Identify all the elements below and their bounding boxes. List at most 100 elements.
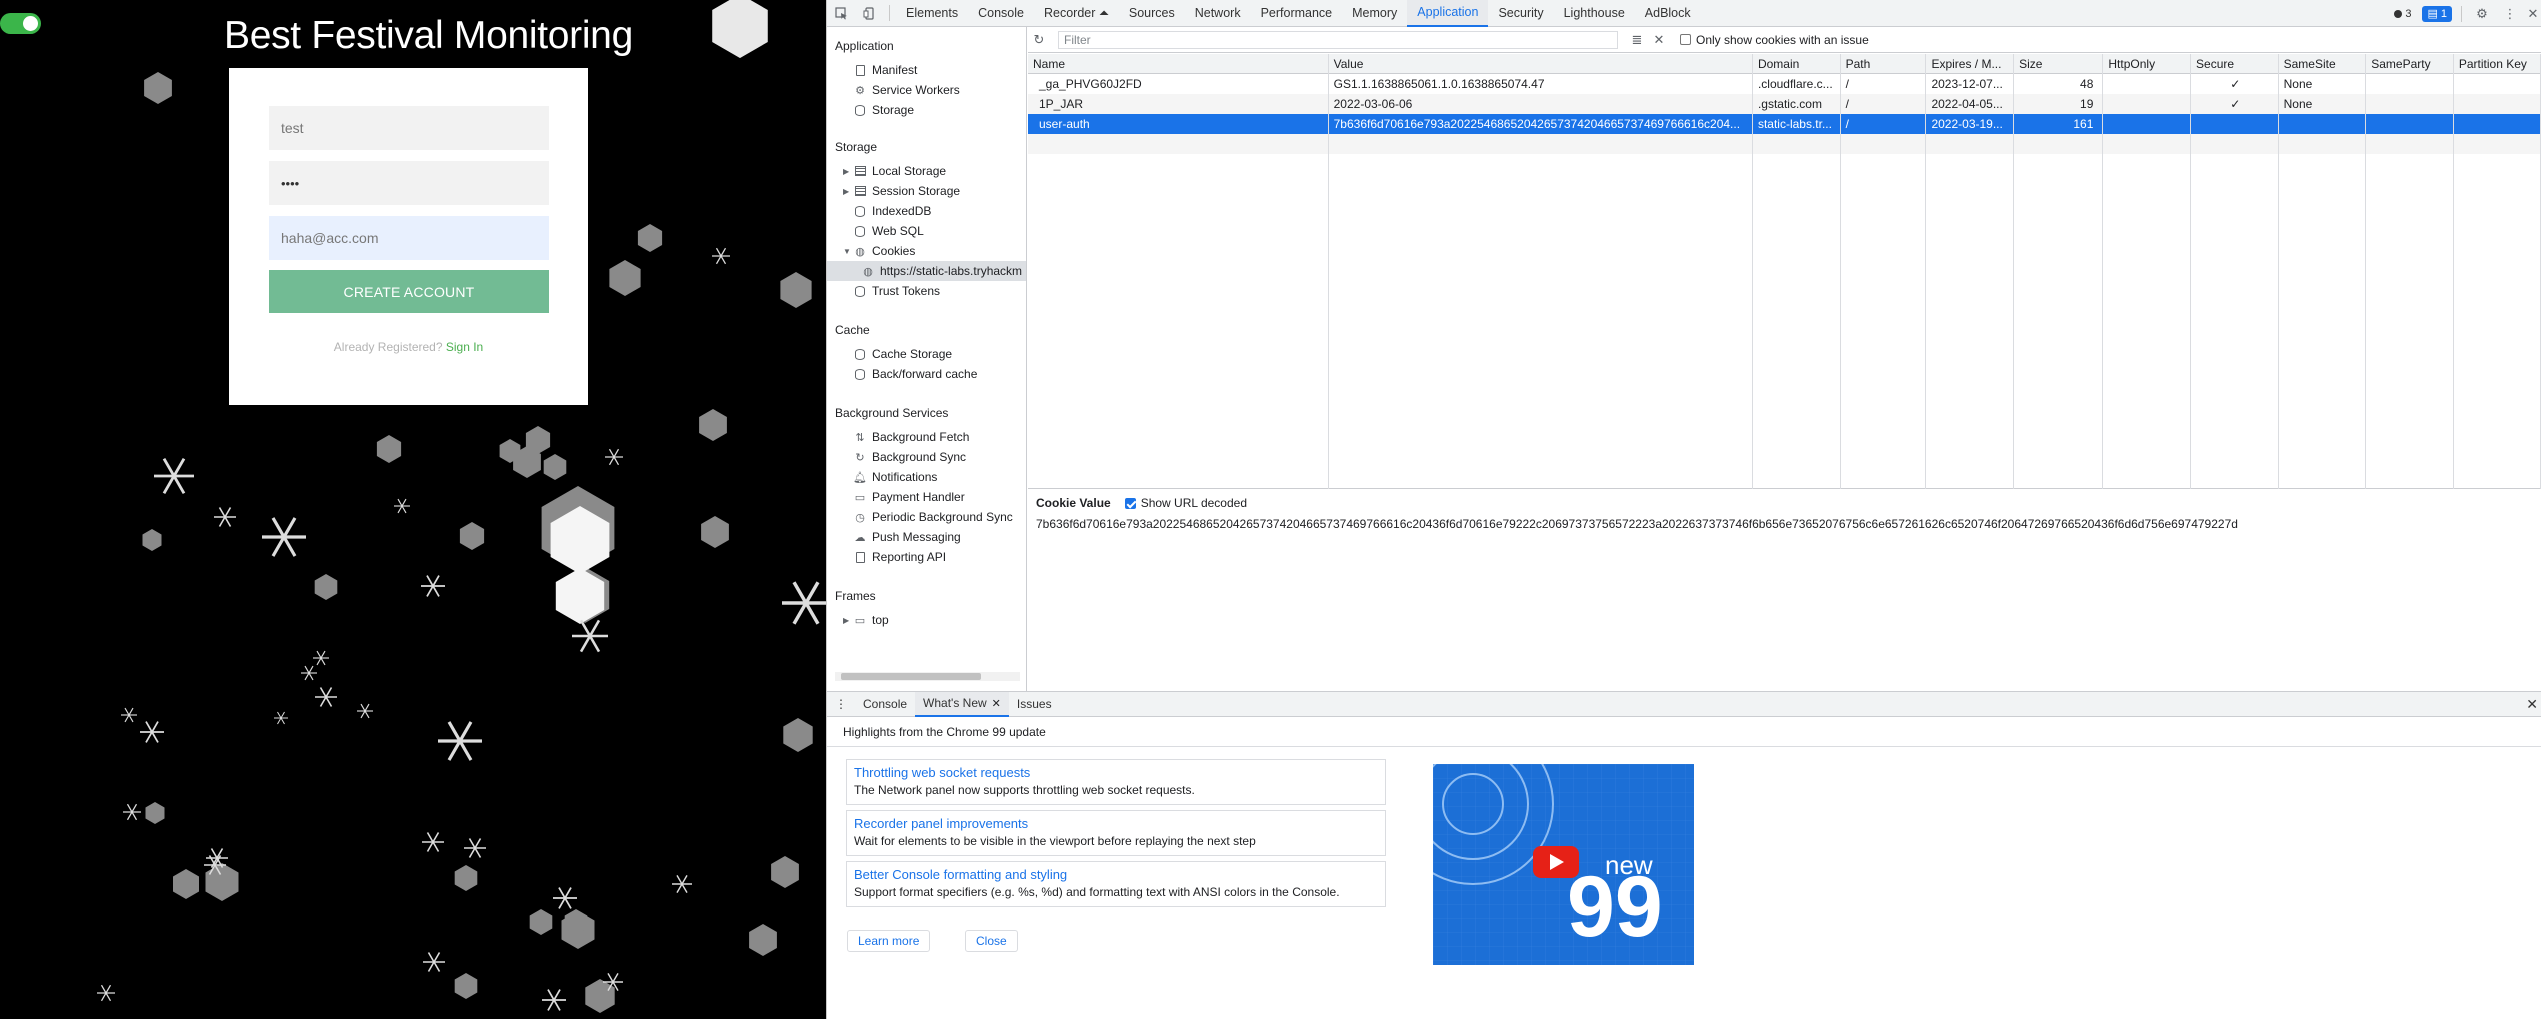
column-header[interactable]: Secure	[2191, 54, 2234, 74]
tab-sources[interactable]: Sources	[1119, 0, 1185, 27]
tab-lighthouse[interactable]: Lighthouse	[1554, 0, 1635, 27]
drawer-tab-console[interactable]: Console	[855, 692, 915, 717]
tab-network[interactable]: Network	[1185, 0, 1251, 27]
sidebar-item-cache-storage[interactable]: Cache Storage	[843, 344, 952, 364]
sidebar-item-background-fetch[interactable]: ⇅ Background Fetch	[843, 427, 969, 447]
show-url-decoded-checkbox[interactable]: Show URL decoded	[1124, 496, 1247, 510]
table-row[interactable]: _ga_PHVG60J2FD GS1.1.1638865061.1.0.16388…	[1028, 74, 2541, 94]
column-header[interactable]: Path	[1841, 54, 1871, 74]
card-title[interactable]: Better Console formatting and styling	[854, 867, 1378, 882]
cookie-filter-input[interactable]: Filter	[1058, 30, 1618, 49]
clear-filtered-cookies-icon[interactable]: ≣	[1626, 32, 1648, 48]
column-divider[interactable]	[2102, 54, 2104, 489]
drawer-tab-whats-new[interactable]: What's New ✕	[915, 691, 1009, 717]
column-header[interactable]: SameParty	[2366, 54, 2430, 74]
column-header[interactable]: SameSite	[2279, 54, 2336, 74]
column-header[interactable]: Expires / M...	[1926, 54, 2001, 74]
tab-console[interactable]: Console	[968, 0, 1034, 27]
whats-new-card[interactable]: Recorder panel improvements Wait for elem…	[846, 810, 1386, 856]
delete-selected-icon[interactable]: ✕	[1648, 32, 1670, 48]
card-title[interactable]: Recorder panel improvements	[854, 816, 1378, 831]
only-issue-checkbox[interactable]: Only show cookies with an issue	[1680, 33, 1869, 47]
column-divider[interactable]	[1925, 54, 1927, 489]
sidebar-item-service-workers[interactable]: ⚙ Service Workers	[843, 80, 960, 100]
tab-recorder[interactable]: Recorder ⏶	[1034, 0, 1119, 27]
column-header[interactable]: Size	[2014, 54, 2042, 74]
whats-new-card[interactable]: Better Console formatting and styling Sup…	[846, 861, 1386, 907]
username-field[interactable]: test	[269, 106, 549, 150]
sidebar-item-reporting-api[interactable]: Reporting API	[843, 547, 946, 567]
create-account-button[interactable]: CREATE ACCOUNT	[269, 270, 549, 313]
column-divider[interactable]	[2190, 54, 2192, 489]
scrollbar-thumb[interactable]	[841, 673, 981, 680]
email-field[interactable]: haha@acc.com	[269, 216, 549, 260]
column-header[interactable]: HttpOnly	[2103, 54, 2155, 74]
table-row[interactable]: 1P_JAR 2022-03-06-06 .gstatic.com / 2022-04-…	[1028, 94, 2541, 114]
column-divider[interactable]	[2277, 54, 2279, 489]
sidebar-item-manifest[interactable]: Manifest	[843, 60, 917, 80]
sidebar-item-payment-handler[interactable]: ▭ Payment Handler	[843, 487, 965, 507]
sidebar-horizontal-scrollbar[interactable]	[835, 672, 1020, 681]
column-divider[interactable]	[2013, 54, 2015, 489]
sidebar-item-notifications[interactable]: 🔔︎ Notifications	[843, 467, 937, 487]
sidebar-item-session-storage[interactable]: ▶ Session Storage	[843, 181, 960, 201]
snow-toggle[interactable]	[0, 13, 41, 34]
expand-arrow-icon[interactable]: ▶	[843, 187, 853, 196]
sidebar-item-bfcache[interactable]: Back/forward cache	[843, 364, 977, 384]
cookie-value-text[interactable]: 7b636f6d70616e793a2022546865204265737420…	[1036, 517, 2238, 531]
more-menu-icon[interactable]: ⋮	[2496, 0, 2524, 27]
column-header[interactable]: Partition Key	[2454, 54, 2527, 74]
drawer-menu-icon[interactable]: ⋮	[827, 692, 855, 717]
column-divider[interactable]	[1751, 54, 1753, 489]
sidebar-item-cookie-origin[interactable]: ◍ https://static-labs.tryhackm	[827, 261, 1026, 281]
sidebar-item-web-sql[interactable]: Web SQL	[843, 221, 924, 241]
tab-elements[interactable]: Elements	[896, 0, 968, 27]
learn-more-button[interactable]: Learn more	[847, 930, 931, 952]
column-divider[interactable]	[1839, 54, 1841, 489]
sidebar-item-label: Cache Storage	[872, 347, 953, 361]
tab-adblock[interactable]: AdBlock	[1635, 0, 1701, 27]
column-divider[interactable]	[1327, 54, 1329, 489]
column-header[interactable]: Value	[1329, 54, 1364, 74]
expand-arrow-icon[interactable]: ▶	[843, 167, 853, 176]
tab-memory[interactable]: Memory	[1342, 0, 1407, 27]
close-tab-icon[interactable]: ✕	[992, 697, 1001, 710]
sidebar-item-local-storage[interactable]: ▶ Local Storage	[843, 161, 946, 181]
device-toolbar-icon[interactable]	[855, 0, 883, 27]
tab-application[interactable]: Application	[1407, 0, 1489, 27]
checkbox-box[interactable]	[1680, 34, 1691, 45]
error-badge[interactable]: 3	[2389, 6, 2416, 22]
tab-performance[interactable]: Performance	[1251, 0, 1343, 27]
collapse-arrow-icon[interactable]: ▼	[843, 247, 853, 256]
whats-new-card[interactable]: Throttling web socket requests The Networ…	[846, 759, 1386, 805]
sidebar-item-push-messaging[interactable]: ☁ Push Messaging	[843, 527, 961, 547]
sidebar-item-background-sync[interactable]: ↻ Background Sync	[843, 447, 966, 467]
sidebar-item-cookies[interactable]: ▼ ◍ Cookies	[843, 241, 915, 261]
column-header[interactable]: Domain	[1753, 54, 1799, 74]
document-icon	[853, 551, 867, 563]
column-divider[interactable]	[2452, 54, 2454, 489]
sidebar-item-indexeddb[interactable]: IndexedDB	[843, 201, 931, 221]
refresh-icon[interactable]: ↻	[1028, 32, 1050, 48]
close-drawer-icon[interactable]: ✕	[2526, 696, 2538, 713]
tab-security[interactable]: Security	[1488, 0, 1553, 27]
inspect-icon[interactable]	[827, 0, 855, 27]
expand-arrow-icon[interactable]: ▶	[843, 616, 853, 625]
table-row[interactable]: user-auth 7b636f6d70616e793a2022546865204…	[1028, 114, 2541, 134]
signin-link[interactable]: Sign In	[446, 340, 483, 354]
column-divider[interactable]	[2365, 54, 2367, 489]
chrome-99-video-thumbnail[interactable]: new 99	[1433, 764, 1694, 965]
column-header[interactable]: Name	[1028, 54, 1065, 74]
checkbox-box[interactable]	[1124, 497, 1136, 509]
message-badge[interactable]: ▤ 1	[2422, 5, 2452, 22]
sidebar-item-periodic-sync[interactable]: ◷ Periodic Background Sync	[843, 507, 1013, 527]
sidebar-item-storage[interactable]: Storage	[843, 100, 914, 120]
card-title[interactable]: Throttling web socket requests	[854, 765, 1378, 780]
close-devtools-icon[interactable]: ✕	[2524, 0, 2541, 27]
sidebar-item-trust-tokens[interactable]: Trust Tokens	[843, 281, 940, 301]
drawer-tab-issues[interactable]: Issues	[1009, 692, 1060, 717]
close-button[interactable]: Close	[965, 930, 1018, 952]
sidebar-item-frame-top[interactable]: ▶ ▭ top	[843, 610, 889, 630]
settings-gear-icon[interactable]: ⚙	[2468, 0, 2496, 27]
password-field[interactable]: ••••	[269, 161, 549, 205]
